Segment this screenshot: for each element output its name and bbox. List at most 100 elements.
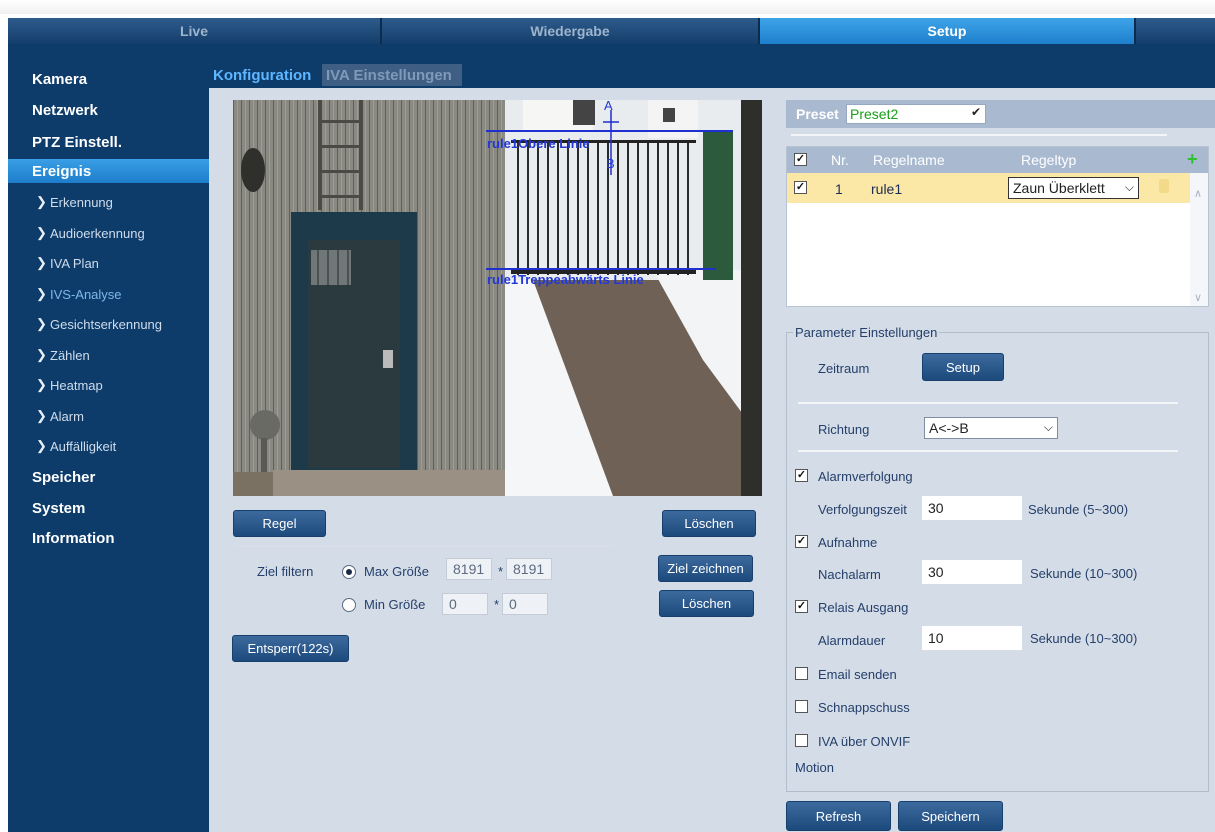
sidebar-sub-label: Erkennung	[50, 194, 113, 210]
send-email-label: Email senden	[818, 667, 897, 682]
unlock-button[interactable]: Entsperr(122s)	[232, 635, 349, 662]
camera-image	[233, 100, 762, 496]
tracking-time-label: Verfolgungszeit	[818, 502, 907, 517]
preset-select[interactable]: Preset2 ✔	[846, 104, 986, 124]
sidebar-sub-label: Auffälligkeit	[50, 438, 117, 454]
sidebar-sub-label: Zählen	[50, 347, 90, 363]
sidebar-item-system[interactable]: System	[8, 496, 209, 520]
row-name: rule1	[871, 181, 903, 197]
record-checkbox[interactable]: ✓	[795, 535, 808, 548]
snapshot-label: Schnappschuss	[818, 700, 910, 715]
relay-out-checkbox[interactable]: ✓	[795, 600, 808, 613]
chevron-right-icon: ❯	[36, 316, 47, 331]
direction-a-label: A	[604, 100, 613, 113]
video-preview[interactable]: rule1Obere Linie rule1Treppeabwärts Lini…	[233, 100, 762, 496]
post-alarm-input[interactable]: 30	[922, 560, 1022, 584]
sidebar-sub-label: Heatmap	[50, 377, 103, 393]
select-all-checkbox[interactable]: ✓	[794, 153, 807, 166]
tab-konfiguration[interactable]: Konfiguration	[209, 64, 316, 86]
send-email-checkbox[interactable]	[795, 667, 808, 680]
tab-setup[interactable]: Setup	[760, 18, 1136, 44]
divider	[791, 134, 1167, 136]
table-row[interactable]: ✓ 1 rule1 Zaun Überklett ⌵	[787, 173, 1190, 203]
record-label: Aufnahme	[818, 535, 878, 550]
draw-target-button[interactable]: Ziel zeichnen	[658, 555, 753, 582]
sidebar-item-information[interactable]: Information	[8, 526, 209, 550]
sidebar-sub-heatmap[interactable]: ❯ Heatmap	[8, 374, 209, 396]
target-filter-label: Ziel filtern	[257, 564, 314, 579]
rules-header: ✓ Nr. Regelname Regeltyp +	[787, 147, 1208, 173]
sidebar-sub-label: Audioerkennung	[50, 225, 145, 241]
chevron-right-icon: ❯	[36, 225, 47, 240]
subtab-bar: Konfiguration IVA Einstellungen	[209, 44, 1215, 88]
sidebar-item-netzwerk[interactable]: Netzwerk	[8, 98, 209, 122]
add-rule-icon[interactable]: +	[1187, 149, 1198, 170]
min-height-input[interactable]: 0	[502, 593, 548, 615]
period-label: Zeitraum	[818, 361, 870, 376]
max-width-input[interactable]: 8191	[446, 558, 492, 580]
chevron-right-icon: ❯	[36, 408, 47, 423]
delete-rule-button[interactable]: Löschen	[662, 510, 756, 537]
save-button[interactable]: Speichern	[898, 801, 1003, 831]
tab-extra[interactable]	[1136, 18, 1215, 44]
period-setup-button[interactable]: Setup	[922, 353, 1004, 381]
scroll-down-icon[interactable]: ∨	[1194, 291, 1202, 304]
sidebar-sub-iva-plan[interactable]: ❯ IVA Plan	[8, 252, 209, 274]
max-size-radio[interactable]	[342, 565, 356, 579]
chevron-down-icon: ⌵	[1124, 180, 1134, 194]
scroll-up-icon[interactable]: ∧	[1194, 187, 1202, 200]
rules-scrollbar[interactable]: ∧ ∨	[1190, 173, 1208, 306]
tracking-time-input[interactable]: 30	[922, 496, 1022, 520]
alarm-tracking-checkbox[interactable]: ✓	[795, 469, 808, 482]
row-nr: 1	[835, 181, 843, 197]
direction-b-label: B	[606, 156, 615, 171]
direction-label: Richtung	[818, 422, 870, 437]
sidebar-sub-zaehlen[interactable]: ❯ Zählen	[8, 344, 209, 366]
min-width-input[interactable]: 0	[442, 593, 488, 615]
post-alarm-label: Nachalarm	[818, 567, 881, 582]
alarm-duration-unit: Sekunde (10~300)	[1030, 631, 1138, 646]
tab-wiedergabe[interactable]: Wiedergabe	[382, 18, 760, 44]
divider	[235, 545, 615, 547]
tracking-time-unit: Sekunde (5~300)	[1028, 502, 1129, 517]
rules-table: ✓ Nr. Regelname Regeltyp + ✓ 1 rule1 Zau…	[786, 146, 1209, 307]
sidebar-sub-label: Alarm	[50, 408, 84, 424]
sidebar-sub-erkennung[interactable]: ❯ Erkennung	[8, 191, 209, 213]
max-height-input[interactable]: 8191	[506, 558, 552, 580]
alarm-duration-input[interactable]: 10	[922, 626, 1022, 650]
sidebar-sub-ivs-analyse[interactable]: ❯ IVS-Analyse	[8, 283, 209, 305]
motion-label: Motion	[795, 760, 835, 775]
main-nav: Live Wiedergabe Setup	[8, 18, 1215, 44]
max-size-label: Max Größe	[364, 564, 430, 579]
sidebar-item-ptz[interactable]: PTZ Einstell.	[8, 130, 209, 154]
iva-onvif-checkbox[interactable]	[795, 734, 808, 747]
sidebar-sub-auffaelligkeit[interactable]: ❯ Auffälligkeit	[8, 435, 209, 457]
sidebar-sub-alarm[interactable]: ❯ Alarm	[8, 405, 209, 427]
direction-select[interactable]: A<->B ⌵	[924, 417, 1058, 439]
iva-onvif-label: IVA über ONVIF	[818, 734, 911, 749]
rule-type-value: Zaun Überklett	[1013, 180, 1105, 196]
row-checkbox[interactable]: ✓	[794, 181, 807, 194]
parameter-settings-title: Parameter Einstellungen	[793, 325, 940, 340]
chevron-right-icon: ❯	[36, 438, 47, 453]
sidebar-item-speicher[interactable]: Speicher	[8, 465, 209, 489]
chevron-right-icon: ❯	[36, 255, 47, 270]
rule-button[interactable]: Regel	[233, 510, 326, 537]
chevron-down-icon: ✔	[970, 105, 981, 119]
rule-type-select[interactable]: Zaun Überklett ⌵	[1008, 177, 1139, 199]
sidebar-item-ereignis[interactable]: Ereignis	[8, 159, 209, 183]
col-name: Regelname	[873, 152, 945, 168]
alarm-tracking-label: Alarmverfolgung	[818, 469, 913, 484]
sidebar-item-kamera[interactable]: Kamera	[8, 67, 209, 91]
delete-rule-icon[interactable]	[1159, 179, 1169, 193]
snapshot-checkbox[interactable]	[795, 700, 808, 713]
tab-live[interactable]: Live	[8, 18, 382, 44]
min-size-radio[interactable]	[342, 598, 356, 612]
refresh-button[interactable]: Refresh	[786, 801, 891, 831]
delete-target-button[interactable]: Löschen	[659, 590, 754, 617]
sidebar-sub-audioerkennung[interactable]: ❯ Audioerkennung	[8, 222, 209, 244]
times-symbol: *	[494, 597, 500, 612]
tab-iva-einstellungen[interactable]: IVA Einstellungen	[322, 64, 462, 86]
sidebar-sub-gesichtserkennung[interactable]: ❯ Gesichtserkennung	[8, 313, 209, 335]
sidebar-sub-label: Gesichtserkennung	[50, 316, 163, 332]
